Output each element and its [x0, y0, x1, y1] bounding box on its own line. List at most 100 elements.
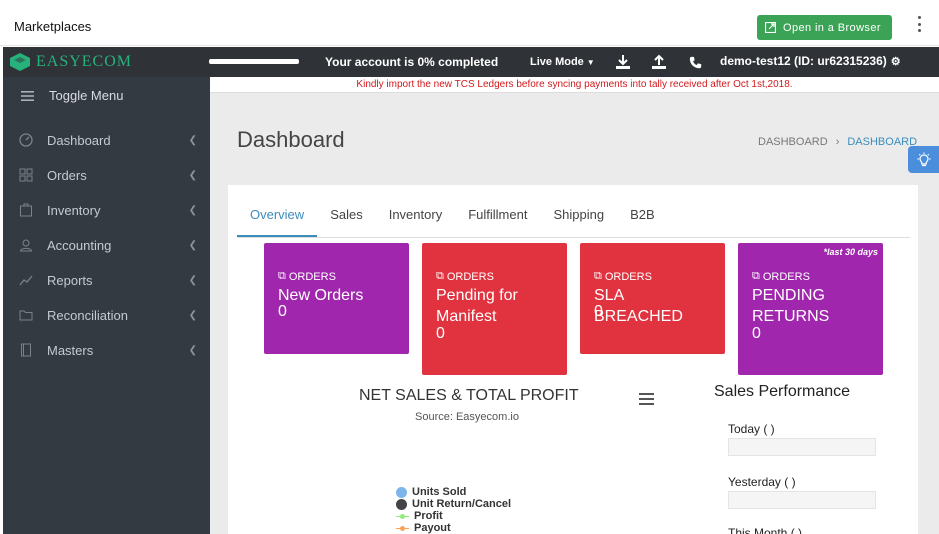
chart-title: NET SALES & TOTAL PROFIT [359, 387, 579, 404]
sidebar-item-label: Orders [47, 167, 87, 183]
card-pending-returns[interactable]: *last 30 days ⧉ ORDERS PENDING RETURNS 0 [738, 243, 883, 375]
chart-legend: Units Sold Unit Return/Cancel Profit Pay… [396, 486, 511, 534]
hamburger-icon [21, 90, 34, 101]
tab-overview[interactable]: Overview [237, 200, 318, 237]
outer-header: Marketplaces Open in a Browser [0, 0, 939, 46]
chart-menu-icon[interactable] [639, 393, 654, 405]
card-value: 0 [752, 325, 761, 342]
brand-name: EASYECOM [36, 53, 133, 70]
more-options-icon[interactable] [913, 14, 925, 34]
sidebar-item-reconciliation[interactable]: Reconciliation ❮ [19, 305, 197, 325]
last-30-days-note: *last 30 days [823, 247, 878, 257]
toggle-menu[interactable]: Toggle Menu [21, 88, 123, 103]
sidebar-item-accounting[interactable]: Accounting ❮ [19, 235, 197, 255]
toggle-menu-label: Toggle Menu [49, 88, 124, 103]
sidebar-item-masters[interactable]: Masters ❮ [19, 340, 197, 360]
sidebar-item-label: Reports [47, 272, 93, 288]
tab-sales[interactable]: Sales [317, 200, 376, 237]
tab-inventory[interactable]: Inventory [376, 200, 455, 237]
legend-dot-icon [396, 486, 407, 498]
card-title: SLA BREACHED [594, 287, 683, 325]
chevron-left-icon: ❮ [188, 344, 197, 356]
card-title: Pending for Manifest [436, 287, 518, 325]
tips-button[interactable] [908, 146, 939, 173]
sidebar-item-dashboard[interactable]: Dashboard ❮ [19, 130, 197, 150]
sales-performance-title: Sales Performance [714, 383, 851, 400]
card-label: ⧉ ORDERS [594, 270, 652, 283]
user-icon [19, 239, 33, 252]
sidebar-item-reports[interactable]: Reports ❮ [19, 270, 197, 290]
card-pending-manifest[interactable]: ⧉ ORDERS Pending for Manifest 0 [422, 243, 567, 375]
legend-line-icon [396, 523, 409, 534]
chevron-left-icon: ❮ [188, 204, 197, 216]
gear-icon: ⚙ [890, 55, 901, 68]
account-progress-bar [209, 59, 299, 64]
sidebar-item-label: Accounting [47, 237, 112, 253]
grid-icon [19, 168, 33, 182]
card-label: ⧉ ORDERS [278, 270, 336, 283]
chevron-left-icon: ❮ [188, 274, 197, 286]
sidebar-item-label: Dashboard [47, 132, 111, 148]
sidebar-item-inventory[interactable]: Inventory ❮ [19, 200, 197, 220]
caret-down-icon: ▼ [586, 57, 595, 67]
legend-item-payout[interactable]: Payout [396, 522, 511, 534]
card-label: ⧉ ORDERS [752, 270, 810, 283]
sidebar-item-orders[interactable]: Orders ❮ [19, 165, 197, 185]
chevron-left-icon: ❮ [188, 169, 197, 181]
yesterday-bar [728, 491, 876, 509]
box-icon [20, 203, 32, 217]
open-in-browser-button[interactable]: Open in a Browser [757, 15, 892, 40]
copy-icon: ⧉ [594, 270, 602, 282]
breadcrumb-current: DASHBOARD [847, 136, 918, 148]
sidebar-item-label: Reconciliation [47, 307, 128, 323]
copy-icon: ⧉ [752, 270, 760, 282]
legend-line-icon [396, 511, 409, 522]
account-completion-text: Your account is 0% completed [325, 55, 499, 69]
live-mode-label: Live Mode [530, 56, 584, 68]
copy-icon: ⧉ [278, 270, 286, 282]
today-bar [728, 438, 876, 456]
legend-item-units-sold[interactable]: Units Sold [396, 486, 511, 498]
sidebar-item-label: Masters [47, 342, 94, 358]
copy-icon: ⧉ [436, 270, 444, 282]
card-title: PENDING RETURNS [752, 287, 830, 325]
legend-dot-icon [396, 498, 407, 510]
gauge-icon [19, 133, 33, 147]
brand-logo[interactable]: EASYECOM [10, 53, 132, 71]
dashboard-tabs: Overview Sales Inventory Fulfillment Shi… [237, 200, 910, 238]
yesterday-label: Yesterday ( ) [728, 475, 796, 489]
phone-icon[interactable] [689, 56, 702, 69]
breadcrumb-separator: › [835, 136, 840, 148]
card-sla-breached[interactable]: ⧉ ORDERS SLA BREACHED 0 [580, 243, 725, 354]
tab-b2b[interactable]: B2B [617, 200, 668, 237]
app-frame: EASYECOM Your account is 0% completed Li… [3, 47, 939, 534]
tab-fulfillment[interactable]: Fulfillment [455, 200, 540, 237]
download-icon[interactable] [615, 54, 631, 70]
breadcrumb-home[interactable]: DASHBOARD [758, 136, 828, 148]
chart-line-icon [19, 275, 33, 286]
book-icon [21, 343, 31, 357]
folder-icon [19, 310, 33, 321]
upload-icon[interactable] [651, 54, 667, 70]
account-label: demo-test12 (ID: ur62315236) [720, 54, 887, 68]
sidebar-item-label: Inventory [47, 202, 101, 218]
chevron-left-icon: ❮ [188, 239, 197, 251]
tab-shipping[interactable]: Shipping [540, 200, 617, 237]
chevron-left-icon: ❮ [188, 134, 197, 146]
card-value: 0 [436, 325, 445, 342]
top-navbar: EASYECOM Your account is 0% completed Li… [3, 47, 939, 77]
legend-item-profit[interactable]: Profit [396, 510, 511, 522]
outer-title: Marketplaces [14, 19, 92, 34]
card-label: ⧉ ORDERS [436, 270, 494, 283]
live-mode-dropdown[interactable]: Live Mode ▼ [530, 56, 595, 68]
external-link-icon [765, 22, 776, 33]
account-menu[interactable]: demo-test12 (ID: ur62315236) ⚙ [720, 54, 901, 68]
page-title: Dashboard [237, 127, 345, 152]
chart-subtitle: Source: Easyecom.io [415, 411, 519, 423]
today-label: Today ( ) [728, 422, 775, 436]
breadcrumb: DASHBOARD › DASHBOARD [758, 136, 917, 148]
card-value: 0 [594, 303, 603, 320]
card-new-orders[interactable]: ⧉ ORDERS New Orders 0 [264, 243, 409, 354]
legend-item-unit-return[interactable]: Unit Return/Cancel [396, 498, 511, 510]
card-title: New Orders [278, 287, 364, 304]
